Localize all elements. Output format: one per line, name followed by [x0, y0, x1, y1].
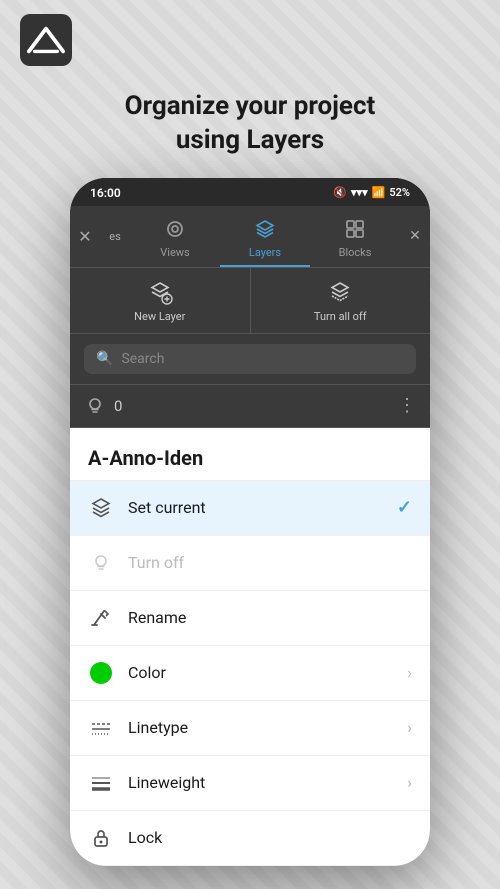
tab-views[interactable]: Views [130, 206, 220, 267]
tab-side-left: es [100, 206, 130, 267]
lock-label: Lock [128, 828, 412, 847]
views-icon [162, 216, 188, 242]
rename-icon [88, 605, 114, 631]
turn-off-label: Turn off [128, 553, 412, 572]
status-icons: 🔇 ▾▾▾ 📶 52% [333, 186, 410, 199]
signal-icon: 📶 [372, 186, 386, 199]
turn-all-off-button[interactable]: Turn all off [251, 268, 431, 333]
wifi-icon: ▾▾▾ [351, 186, 368, 199]
new-layer-icon [146, 278, 174, 306]
set-current-icon [88, 495, 114, 521]
app-logo [20, 14, 72, 66]
tab-side-right: ✕ [400, 206, 430, 267]
lock-icon [88, 825, 114, 851]
menu-item-rename[interactable]: Rename [70, 591, 430, 646]
linetype-arrow-icon: › [407, 718, 412, 737]
more-options-icon[interactable]: ⋮ [398, 395, 416, 416]
lineweight-arrow-icon: › [407, 773, 412, 792]
lineweight-label: Lineweight [128, 773, 407, 792]
turn-off-icon [88, 550, 114, 576]
color-arrow-icon: › [407, 663, 412, 682]
tab-views-label: Views [160, 246, 189, 259]
search-input-wrap[interactable]: 🔍 Search [84, 344, 416, 374]
layer-zero-label: 0 [114, 397, 398, 415]
tab-layers[interactable]: Layers [220, 206, 310, 267]
tab-blocks[interactable]: Blocks [310, 206, 400, 267]
status-bar: 16:00 🔇 ▾▾▾ 📶 52% [70, 178, 430, 206]
set-current-label: Set current [128, 498, 397, 517]
tab-list: Views Layers [130, 206, 400, 267]
color-label: Color [128, 663, 407, 682]
headline-text: Organize your project using Layers [40, 90, 460, 158]
turn-all-off-label: Turn all off [314, 310, 367, 323]
status-time: 16:00 [90, 186, 121, 200]
menu-item-color[interactable]: Color › [70, 646, 430, 701]
search-icon: 🔍 [96, 351, 113, 367]
search-placeholder: Search [121, 351, 164, 367]
lineweight-icon [88, 770, 114, 796]
tab-blocks-label: Blocks [339, 246, 372, 259]
linetype-icon [88, 715, 114, 741]
new-layer-label: New Layer [134, 310, 185, 323]
mute-icon: 🔇 [333, 186, 347, 199]
layer-zero-row[interactable]: 0 ⋮ [70, 385, 430, 428]
close-button[interactable]: ✕ [70, 206, 100, 267]
tab-layers-label: Layers [249, 246, 281, 259]
rename-label: Rename [128, 608, 412, 627]
blocks-icon [342, 216, 368, 242]
menu-item-set-current[interactable]: Set current ✓ [70, 481, 430, 536]
action-row: New Layer Turn all off [70, 268, 430, 334]
layers-icon [252, 216, 278, 242]
color-icon [88, 660, 114, 686]
menu-item-lock[interactable]: Lock [70, 811, 430, 866]
bulb-icon [84, 395, 106, 417]
sheet-title: A-Anno-Iden [70, 428, 430, 481]
battery-text: 52% [389, 186, 410, 199]
headline-section: Organize your project using Layers [0, 80, 500, 178]
bottom-sheet: A-Anno-Iden Set current ✓ Turn off [70, 428, 430, 866]
menu-item-linetype[interactable]: Linetype › [70, 701, 430, 756]
linetype-label: Linetype [128, 718, 407, 737]
turn-all-off-icon [326, 278, 354, 306]
menu-item-turn-off[interactable]: Turn off [70, 536, 430, 591]
tab-navigation: ✕ es Views [70, 206, 430, 268]
top-bar [0, 0, 500, 80]
check-icon: ✓ [397, 497, 412, 518]
color-dot [90, 662, 112, 684]
phone-mockup: 16:00 🔇 ▾▾▾ 📶 52% ✕ es Views [70, 178, 430, 866]
search-bar: 🔍 Search [70, 334, 430, 385]
menu-item-lineweight[interactable]: Lineweight › [70, 756, 430, 811]
new-layer-button[interactable]: New Layer [70, 268, 251, 333]
